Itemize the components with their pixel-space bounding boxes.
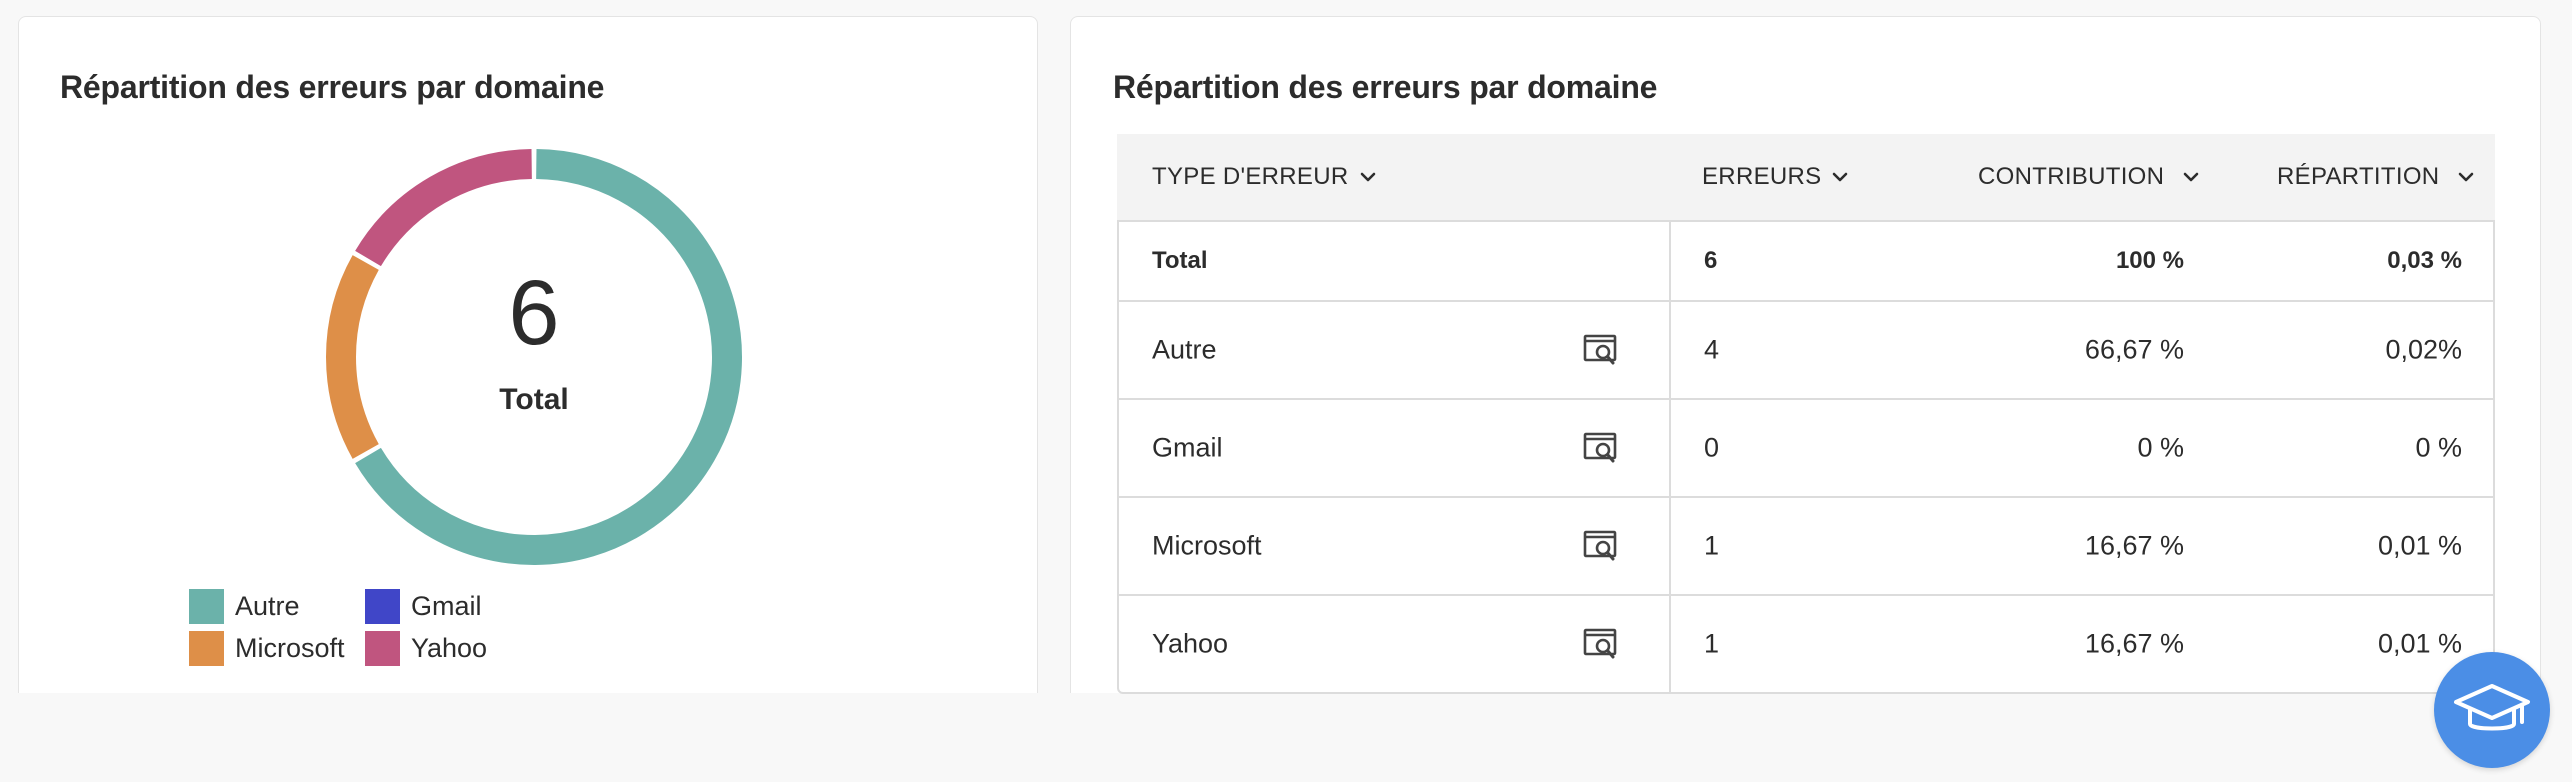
chevron-down-icon [2459,172,2474,182]
legend-label: Autre [235,591,300,621]
chevron-down-icon [2183,172,2199,182]
legend-item-yahoo[interactable]: Yahoo [365,631,487,666]
cell-type: Yahoo [1152,628,1229,659]
learn-help-button[interactable] [2434,652,2550,768]
cell-type: Microsoft [1152,530,1262,561]
donut-card-title: Répartition des erreurs par domaine [60,69,605,105]
donut-total-label: Total [499,383,569,416]
column-header-label: ERREURS [1702,163,1822,190]
errors-table: TYPE D'ERREUR ERREURS CONTRIBUTION RÉPAR… [1117,134,2495,694]
column-header-repartition[interactable]: RÉPARTITION [2277,163,2475,191]
table-row: Gmail 0 0 % 0 % [1119,400,2493,498]
chevron-down-icon [1833,172,1848,182]
legend-label: Gmail [411,591,482,621]
column-header-label: CONTRIBUTION [1978,163,2165,190]
table-card: Répartition des erreurs par domaine TYPE… [1070,16,2541,694]
legend-label: Yahoo [411,633,488,663]
inspect-screen-icon[interactable] [1583,333,1619,367]
cell-errors: 0 [1704,432,1720,463]
cell-repartition: 0,01 % [2377,530,2462,561]
donut-slice-yahoo[interactable] [355,149,533,267]
donut-card: Répartition des erreurs par domaine 6 To… [18,16,1038,693]
table-row-total: Total 6 100 % 0,03 % [1119,222,2493,302]
legend-swatch [189,589,224,624]
donut-total-value: 6 [508,262,560,364]
legend-item-microsoft[interactable]: Microsoft [189,631,345,666]
cell-contribution: 66,67 % [2084,334,2184,365]
legend-item-autre[interactable]: Autre [189,589,300,624]
cell-errors: 6 [1704,247,1718,274]
column-header-label: RÉPARTITION [2277,163,2440,190]
legend-swatch [365,589,400,624]
legend-swatch [189,631,224,666]
cell-errors: 4 [1704,334,1720,365]
cell-type: Autre [1152,334,1217,365]
cell-repartition: 0 % [2415,432,2462,463]
table-row: Yahoo 1 16,67 % 0,01 % [1119,596,2493,692]
inspect-screen-icon[interactable] [1583,627,1619,661]
cell-repartition: 0,03 % [2387,247,2462,274]
cell-contribution: 16,67 % [2084,530,2184,561]
cell-repartition: 0,01 % [2377,628,2462,659]
column-header-type[interactable]: TYPE D'ERREUR [1152,163,1377,191]
table-body: Total 6 100 % 0,03 % Autre 4 66,67 % 0,0… [1117,220,2495,694]
column-header-label: TYPE D'ERREUR [1152,163,1349,190]
legend-swatch [365,631,400,666]
cell-contribution: 100 % [2115,247,2184,274]
cell-errors: 1 [1704,530,1720,561]
cell-contribution: 16,67 % [2084,628,2184,659]
graduation-cap-icon [2454,684,2530,731]
cell-repartition: 0,02% [2385,334,2462,365]
legend-item-gmail[interactable]: Gmail [365,589,482,624]
table-row: Microsoft 1 16,67 % 0,01 % [1119,498,2493,596]
table-row: Autre 4 66,67 % 0,02% [1119,302,2493,400]
table-header: TYPE D'ERREUR ERREURS CONTRIBUTION RÉPAR… [1117,134,2495,220]
donut-chart: 6 Total [324,147,744,567]
cell-contribution: 0 % [2137,432,2184,463]
inspect-screen-icon[interactable] [1583,431,1619,465]
column-header-contribution[interactable]: CONTRIBUTION [1978,163,2200,191]
table-card-title: Répartition des erreurs par domaine [1113,69,1658,105]
chevron-down-icon [1360,172,1375,182]
cell-errors: 1 [1704,628,1720,659]
cell-type: Gmail [1152,432,1223,463]
legend-label: Microsoft [235,633,345,663]
column-header-errors[interactable]: ERREURS [1702,163,1849,191]
cell-type: Total [1152,247,1208,274]
inspect-screen-icon[interactable] [1583,529,1619,563]
